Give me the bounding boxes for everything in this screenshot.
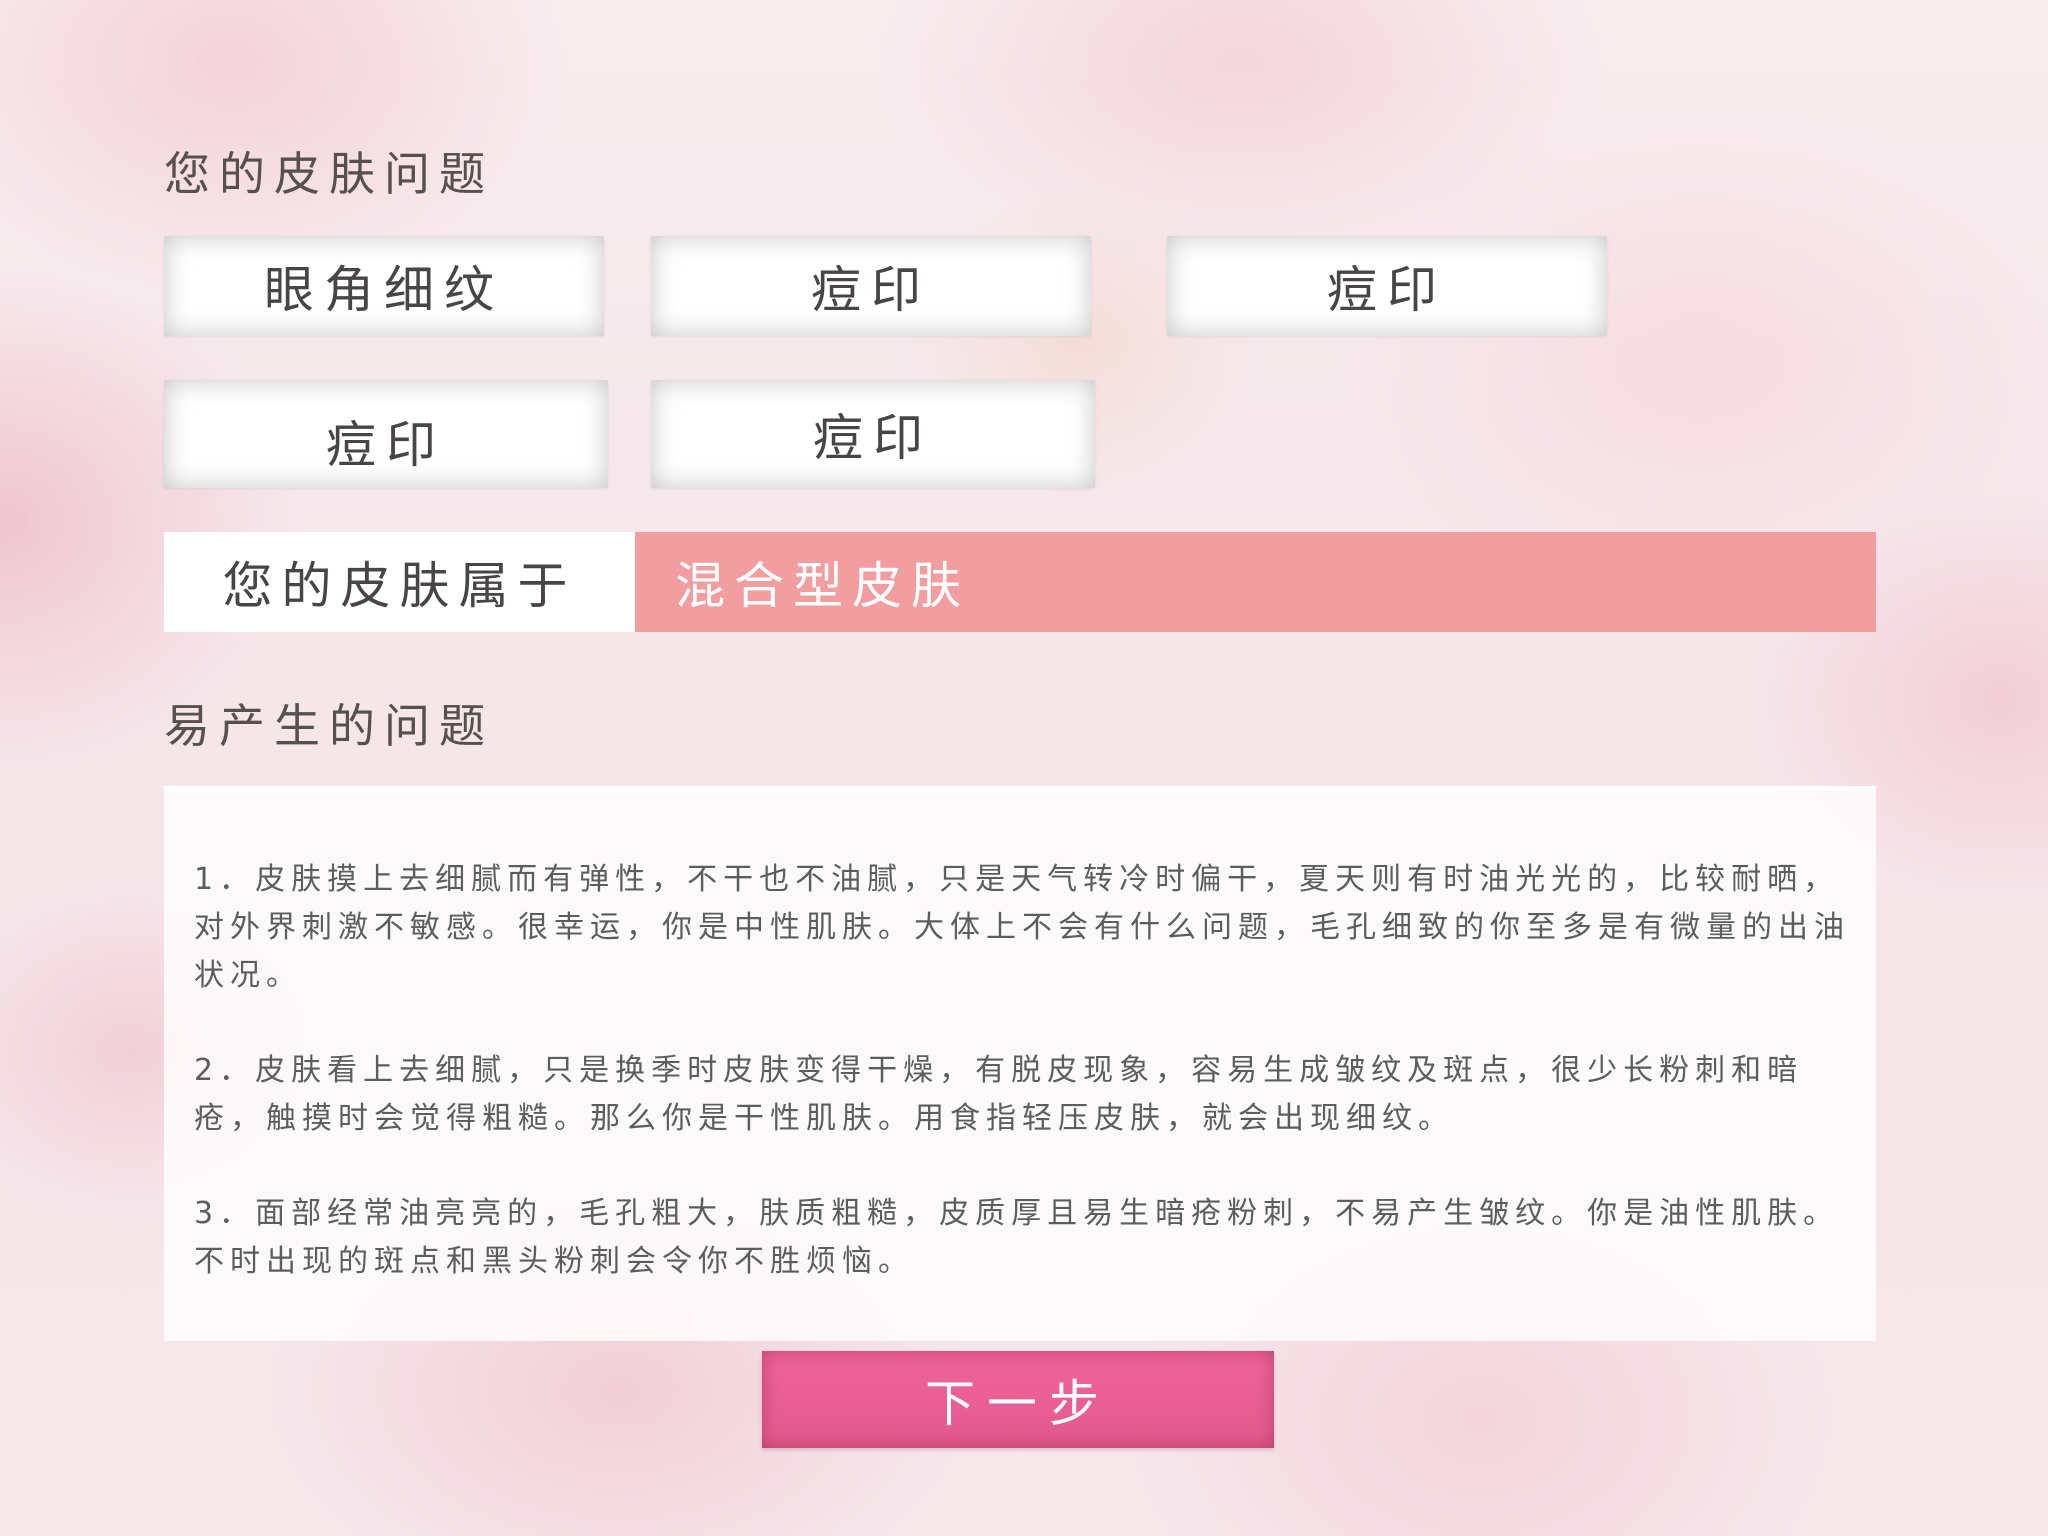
prone-problems-heading: 易产生的问题 <box>164 699 494 753</box>
next-step-button[interactable]: 下一步 <box>762 1351 1274 1448</box>
prone-problems-panel: 1．皮肤摸上去细腻而有弹性，不干也不油腻，只是天气转冷时偏干，夏天则有时油光光的… <box>164 786 1876 1341</box>
description-paragraph: 3．面部经常油亮亮的，毛孔粗大，肤质粗糙，皮质厚且易生暗疮粉刺，不易产生皱纹。你… <box>194 1196 1840 1279</box>
description-paragraph: 2．皮肤看上去细腻，只是换季时皮肤变得干燥，有脱皮现象，容易生成皱纹及斑点，很少… <box>194 1053 1804 1136</box>
skin-problem-tag-crows-feet[interactable]: 眼角细纹 <box>164 236 604 336</box>
description-paragraph: 1．皮肤摸上去细腻而有弹性，不干也不油腻，只是天气转冷时偏干，夏天则有时油光光的… <box>194 862 1850 993</box>
skin-problem-tag-acne-marks[interactable]: 痘印 <box>164 380 608 488</box>
skin-problem-tag-acne-marks[interactable]: 痘印 <box>1167 236 1607 336</box>
skin-problem-tag-acne-marks[interactable]: 痘印 <box>651 380 1095 488</box>
skin-problem-tag-acne-marks[interactable]: 痘印 <box>651 236 1091 336</box>
skin-problems-heading: 您的皮肤问题 <box>164 147 494 201</box>
skin-type-row: 您的皮肤属于 混合型皮肤 <box>164 532 1876 632</box>
skin-type-value: 混合型皮肤 <box>635 532 1876 632</box>
skin-type-label: 您的皮肤属于 <box>164 532 635 632</box>
